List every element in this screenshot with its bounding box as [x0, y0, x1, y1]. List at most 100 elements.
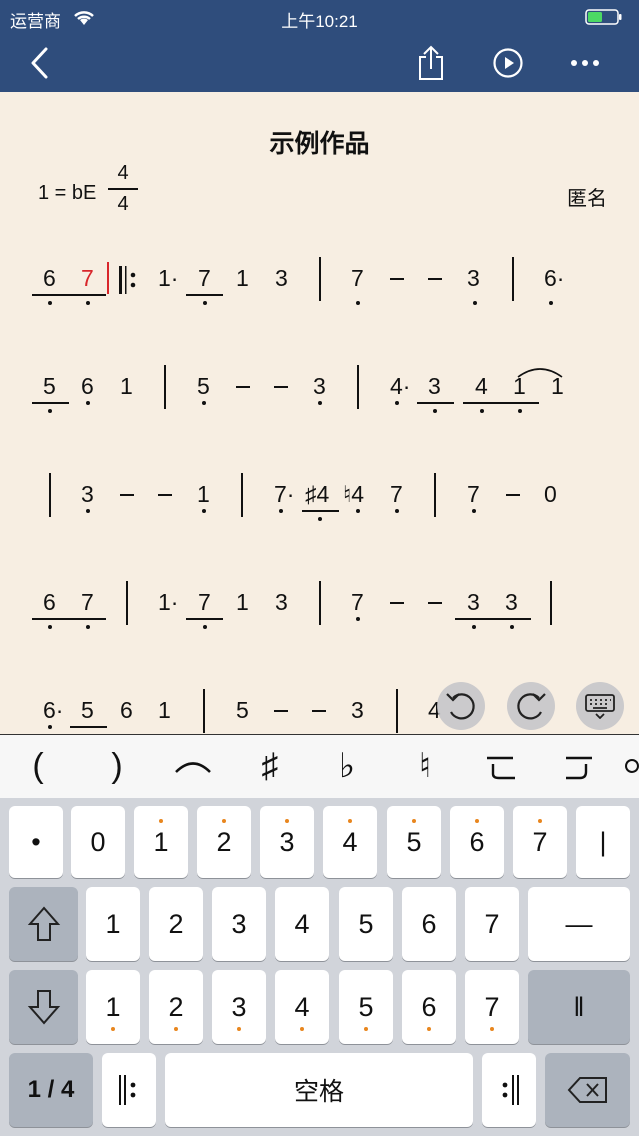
- key-low-2[interactable]: 2: [149, 970, 203, 1044]
- natural-button[interactable]: ♮: [400, 741, 450, 791]
- sharp-button[interactable]: ♯: [245, 741, 295, 791]
- space-button[interactable]: 空格: [165, 1053, 473, 1127]
- redo-button[interactable]: [507, 682, 555, 730]
- note[interactable]: 1: [197, 481, 210, 507]
- note-selected[interactable]: 7: [81, 265, 94, 291]
- key-high-4[interactable]: 4: [323, 806, 377, 878]
- key-high-7[interactable]: 7: [513, 806, 567, 878]
- note[interactable]: 3: [467, 589, 480, 615]
- note[interactable]: 7·: [274, 481, 294, 507]
- note[interactable]: 7: [198, 589, 211, 615]
- duration-button[interactable]: 1 / 4: [9, 1053, 93, 1127]
- note[interactable]: 5: [197, 373, 210, 399]
- key-low-7[interactable]: 7: [465, 970, 519, 1044]
- note[interactable]: 4·: [390, 373, 410, 399]
- note[interactable]: 1: [551, 373, 564, 399]
- more-symbol-button[interactable]: [620, 741, 639, 791]
- note[interactable]: 6: [120, 697, 133, 723]
- key-repeat-end[interactable]: [482, 1053, 536, 1127]
- note[interactable]: 7: [198, 265, 211, 291]
- octave-up-button[interactable]: [9, 887, 78, 961]
- note[interactable]: 7: [467, 481, 480, 507]
- note[interactable]: 3: [505, 589, 518, 615]
- score-title[interactable]: 示例作品: [0, 124, 639, 160]
- undo-button[interactable]: [437, 682, 485, 730]
- key-repeat-start[interactable]: [102, 1053, 156, 1127]
- note[interactable]: 7: [81, 589, 94, 615]
- time-signature[interactable]: 4 4: [108, 162, 138, 216]
- note[interactable]: 7: [351, 265, 364, 291]
- key-low-1[interactable]: 1: [86, 970, 140, 1044]
- note[interactable]: ♮4: [343, 481, 364, 507]
- note[interactable]: 1·: [158, 589, 178, 615]
- octave-down-button[interactable]: [9, 970, 78, 1044]
- stave-line-2[interactable]: 5 6 1 5 3 4· 3 4 1 1: [0, 365, 639, 445]
- note[interactable]: 6·: [544, 265, 564, 291]
- key-low-5[interactable]: 5: [339, 970, 393, 1044]
- note[interactable]: 4: [475, 373, 488, 399]
- key-double-barline[interactable]: ‖: [528, 970, 630, 1044]
- triplet-start-button[interactable]: [476, 741, 526, 791]
- open-paren-button[interactable]: (: [13, 741, 63, 791]
- note[interactable]: 1: [236, 589, 249, 615]
- note[interactable]: 1·: [158, 265, 178, 291]
- note[interactable]: 5: [43, 373, 56, 399]
- key-mid-6[interactable]: 6: [402, 887, 456, 961]
- stave-line-4[interactable]: 6 7 1· 7 1 3 7 3 3: [0, 581, 639, 661]
- score-author[interactable]: 匿名: [567, 182, 607, 211]
- note[interactable]: 3: [313, 373, 326, 399]
- note[interactable]: 0: [544, 481, 557, 507]
- key-low-3[interactable]: 3: [212, 970, 266, 1044]
- key-low-4[interactable]: 4: [275, 970, 329, 1044]
- note[interactable]: 3: [467, 265, 480, 291]
- score-sheet[interactable]: 示例作品 1 = bE 4 4 匿名 6 7 1· 7 1 3 7 3 6· 5…: [0, 92, 639, 734]
- note[interactable]: 3: [275, 265, 288, 291]
- key-high-3[interactable]: 3: [260, 806, 314, 878]
- key-mid-4[interactable]: 4: [275, 887, 329, 961]
- key-mid-1[interactable]: 1: [86, 887, 140, 961]
- key-high-2[interactable]: 2: [197, 806, 251, 878]
- back-button[interactable]: [14, 34, 64, 92]
- close-paren-button[interactable]: ): [92, 741, 142, 791]
- key-high-6[interactable]: 6: [450, 806, 504, 878]
- key-dot[interactable]: •: [9, 806, 63, 878]
- note[interactable]: 1: [158, 697, 171, 723]
- note[interactable]: 6: [43, 589, 56, 615]
- key-low-6[interactable]: 6: [402, 970, 456, 1044]
- note[interactable]: 6: [43, 265, 56, 291]
- key-dash[interactable]: —: [528, 887, 630, 961]
- more-button[interactable]: [560, 34, 610, 92]
- key-high-5[interactable]: 5: [387, 806, 441, 878]
- note[interactable]: 3: [275, 589, 288, 615]
- repeat-start-sign[interactable]: [117, 265, 141, 300]
- key-barline[interactable]: |: [576, 806, 630, 878]
- backspace-button[interactable]: [545, 1053, 630, 1127]
- key-mid-7[interactable]: 7: [465, 887, 519, 961]
- note[interactable]: 6: [81, 373, 94, 399]
- note[interactable]: 3: [81, 481, 94, 507]
- key-high-1[interactable]: 1: [134, 806, 188, 878]
- triplet-end-button[interactable]: [553, 741, 603, 791]
- key-mid-3[interactable]: 3: [212, 887, 266, 961]
- note[interactable]: 1: [120, 373, 133, 399]
- key-signature[interactable]: 1 = bE: [38, 182, 96, 205]
- key-mid-5[interactable]: 5: [339, 887, 393, 961]
- note[interactable]: 7: [351, 589, 364, 615]
- note[interactable]: 3: [428, 373, 441, 399]
- stave-line-3[interactable]: 3 1 7· ♯4 ♮4 7 7 0: [0, 473, 639, 553]
- stave-line-1[interactable]: 6 7 1· 7 1 3 7 3 6·: [0, 257, 639, 337]
- flat-button[interactable]: ♭: [322, 741, 372, 791]
- key-0[interactable]: 0: [71, 806, 125, 878]
- share-button[interactable]: [406, 34, 456, 92]
- note[interactable]: 3: [351, 697, 364, 723]
- note[interactable]: 5: [236, 697, 249, 723]
- play-button[interactable]: [483, 34, 533, 92]
- note[interactable]: 1: [236, 265, 249, 291]
- key-mid-2[interactable]: 2: [149, 887, 203, 961]
- note[interactable]: 7: [390, 481, 403, 507]
- note[interactable]: 6·: [43, 697, 63, 723]
- note[interactable]: ♯4: [305, 481, 329, 507]
- note[interactable]: 5: [81, 697, 94, 723]
- slur-button[interactable]: [168, 741, 218, 791]
- keyboard-toggle-button[interactable]: [576, 682, 624, 730]
